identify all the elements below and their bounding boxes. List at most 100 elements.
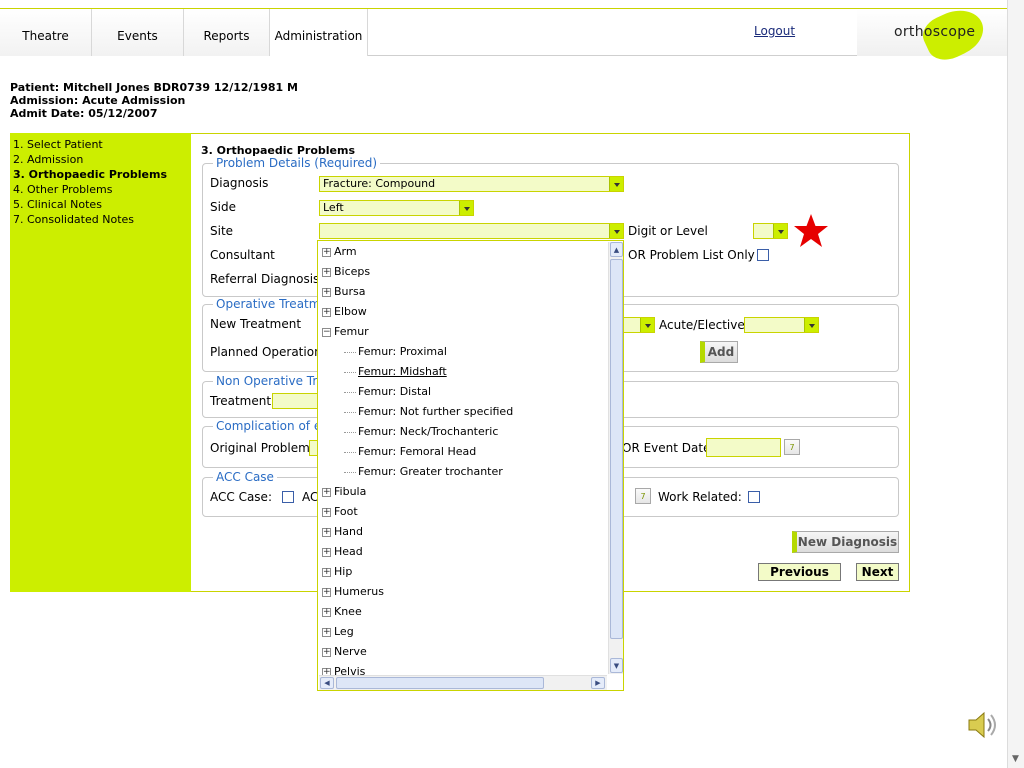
tree-node[interactable]: + Hand	[322, 525, 363, 538]
sidebar-item-orthopaedic-problems[interactable]: 3. Orthopaedic Problems	[13, 167, 188, 182]
plus-icon[interactable]: +	[322, 267, 331, 277]
plus-icon[interactable]: +	[322, 487, 331, 497]
tree-node-label: Hip	[334, 565, 353, 578]
wizard-sidebar: 1. Select Patient 2. Admission 3. Orthop…	[10, 133, 191, 592]
tree-node-label: Leg	[334, 625, 354, 638]
sidebar-item-other-problems[interactable]: 4. Other Problems	[13, 182, 188, 197]
acc-case-legend: ACC Case	[213, 470, 277, 484]
chevron-down-icon[interactable]	[773, 224, 787, 238]
tree-node[interactable]: + Arm	[322, 245, 357, 258]
plus-icon[interactable]: +	[322, 627, 331, 637]
admit-date-line: Admit Date: 05/12/2007	[10, 107, 158, 120]
sidebar-item-select-patient[interactable]: 1. Select Patient	[13, 137, 188, 152]
scroll-down-icon[interactable]: ▼	[1012, 754, 1019, 764]
plus-icon[interactable]: +	[322, 587, 331, 597]
logout-link[interactable]: Logout	[754, 24, 795, 38]
treatment-input[interactable]	[272, 393, 322, 409]
tree-child-label: Femur: Midshaft	[358, 365, 447, 378]
diagnosis-value: Fracture: Compound	[323, 177, 436, 190]
tree-child-highlighted[interactable]: Femur: Midshaft	[344, 365, 447, 378]
acute-elective-select[interactable]	[744, 317, 819, 333]
tree-node[interactable]: + Elbow	[322, 305, 367, 318]
window-scrollbar[interactable]: ▼	[1007, 0, 1024, 768]
top-navigation: Theatre Events Reports Administration	[0, 8, 1007, 56]
scroll-down-icon[interactable]: ▼	[610, 658, 623, 673]
tree-node[interactable]: + Fibula	[322, 485, 366, 498]
plus-icon[interactable]: +	[322, 647, 331, 657]
tab-administration[interactable]: Administration	[270, 9, 368, 56]
plus-icon[interactable]: +	[322, 527, 331, 537]
chevron-down-icon[interactable]	[459, 201, 473, 215]
tree-child[interactable]: Femur: Femoral Head	[344, 445, 476, 458]
tree-node[interactable]: + Hip	[322, 565, 352, 578]
chevron-down-icon[interactable]	[804, 318, 818, 332]
previous-button[interactable]: Previous	[758, 563, 841, 581]
tree-node-label: Knee	[334, 605, 362, 618]
scroll-thumb[interactable]	[336, 677, 544, 689]
side-value: Left	[323, 201, 344, 214]
tree-node-label: Fibula	[334, 485, 367, 498]
tree-child[interactable]: Femur: Proximal	[344, 345, 447, 358]
tree-horizontal-scrollbar[interactable]: ◀ ▶	[319, 675, 607, 690]
tree-node[interactable]: + Knee	[322, 605, 362, 618]
work-related-checkbox[interactable]	[748, 491, 760, 503]
chevron-down-icon[interactable]	[609, 177, 623, 191]
speaker-icon[interactable]	[966, 708, 1000, 742]
scroll-left-icon[interactable]: ◀	[320, 677, 334, 689]
tree-node-label: Head	[334, 545, 363, 558]
tree-child[interactable]: Femur: Not further specified	[344, 405, 513, 418]
chevron-down-icon[interactable]	[609, 224, 623, 238]
side-select[interactable]: Left	[319, 200, 474, 216]
original-problem-label: Original Problem	[210, 441, 310, 455]
next-button[interactable]: Next	[856, 563, 899, 581]
tab-theatre[interactable]: Theatre	[0, 9, 92, 56]
sidebar-item-clinical-notes[interactable]: 5. Clinical Notes	[13, 197, 188, 212]
tree-child[interactable]: Femur: Neck/Trochanteric	[344, 425, 498, 438]
tree-node[interactable]: + Biceps	[322, 265, 370, 278]
tree-node[interactable]: + Nerve	[322, 645, 367, 658]
tab-events[interactable]: Events	[92, 9, 184, 56]
non-operative-legend: Non Operative Tre	[213, 374, 328, 388]
add-button[interactable]: Add	[700, 341, 738, 363]
consultant-label: Consultant	[210, 248, 275, 262]
tree-node[interactable]: + Head	[322, 545, 363, 558]
tree-node-label: Elbow	[334, 305, 367, 318]
tree-child[interactable]: Femur: Greater trochanter	[344, 465, 503, 478]
plus-icon[interactable]: +	[322, 547, 331, 557]
calendar-icon[interactable]: 7	[635, 488, 651, 504]
tree-node[interactable]: + Humerus	[322, 585, 384, 598]
tab-reports[interactable]: Reports	[184, 9, 270, 56]
plus-icon[interactable]: +	[322, 507, 331, 517]
sidebar-item-admission[interactable]: 2. Admission	[13, 152, 188, 167]
or-problem-list-label: OR Problem List Only	[628, 248, 755, 262]
tree-node[interactable]: + Leg	[322, 625, 354, 638]
tree-child[interactable]: Femur: Distal	[344, 385, 431, 398]
acc-partial-label: AC	[302, 490, 319, 504]
scroll-up-icon[interactable]: ▲	[610, 242, 623, 257]
scroll-right-icon[interactable]: ▶	[591, 677, 605, 689]
tree-node[interactable]: + Bursa	[322, 285, 366, 298]
sidebar-item-consolidated-notes[interactable]: 7. Consolidated Notes	[13, 212, 188, 227]
digit-level-select[interactable]	[753, 223, 788, 239]
site-dropdown-tree[interactable]: + Arm + Biceps + Bursa + Elbow − Femur Femur:…	[317, 240, 624, 691]
chevron-down-icon[interactable]	[640, 318, 654, 332]
scroll-thumb[interactable]	[610, 259, 623, 639]
plus-icon[interactable]: +	[322, 287, 331, 297]
site-select[interactable]	[319, 223, 624, 239]
plus-icon[interactable]: +	[322, 247, 331, 257]
plus-icon[interactable]: +	[322, 607, 331, 617]
calendar-icon[interactable]: 7	[784, 439, 800, 455]
patient-info: Patient: Mitchell Jones BDR0739 12/12/19…	[10, 81, 298, 120]
or-problem-list-checkbox[interactable]	[757, 249, 769, 261]
or-event-date-input[interactable]	[706, 438, 781, 457]
tree-vertical-scrollbar[interactable]: ▲ ▼	[608, 242, 623, 674]
new-diagnosis-button[interactable]: New Diagnosis	[792, 531, 899, 553]
plus-icon[interactable]: +	[322, 567, 331, 577]
tree-child-label: Femur: Greater trochanter	[358, 465, 503, 478]
tree-node[interactable]: + Foot	[322, 505, 358, 518]
plus-icon[interactable]: +	[322, 307, 331, 317]
acc-case-checkbox[interactable]	[282, 491, 294, 503]
tree-node-femur[interactable]: − Femur	[322, 325, 369, 338]
minus-icon[interactable]: −	[322, 327, 331, 337]
diagnosis-select[interactable]: Fracture: Compound	[319, 176, 624, 192]
